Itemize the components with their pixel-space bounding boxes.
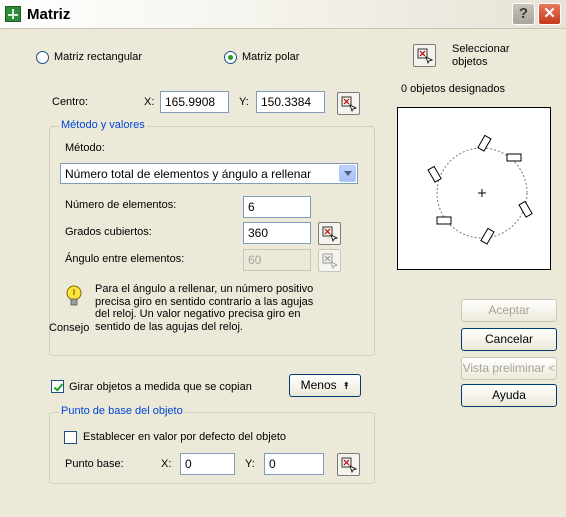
preview-button: Vista preliminar < bbox=[461, 357, 557, 380]
method-label: Método: bbox=[65, 142, 105, 154]
help-button[interactable]: Ayuda bbox=[461, 384, 557, 407]
cancel-button[interactable]: Cancelar bbox=[461, 328, 557, 351]
collapse-icon: ⯭ bbox=[343, 381, 350, 392]
rectangular-array-radio[interactable] bbox=[36, 51, 49, 64]
pick-point-icon bbox=[341, 96, 357, 112]
center-x-field[interactable]: 165.9908 bbox=[160, 91, 229, 113]
base-point-label: Punto base: bbox=[65, 458, 124, 470]
num-items-field[interactable]: 6 bbox=[243, 196, 311, 218]
array-app-icon bbox=[5, 6, 21, 22]
tip-text: Para el ángulo a rellenar, un número pos… bbox=[95, 283, 314, 333]
rotate-objects-checkbox[interactable] bbox=[51, 380, 64, 393]
ok-button: Aceptar bbox=[461, 299, 557, 322]
pick-center-button[interactable] bbox=[337, 92, 360, 115]
base-point-y-label: Y: bbox=[245, 458, 255, 470]
pick-angle-fill-button[interactable] bbox=[318, 222, 341, 245]
center-label: Centro: bbox=[52, 96, 89, 108]
pick-point-icon bbox=[322, 253, 338, 269]
polar-array-label[interactable]: Matriz polar bbox=[242, 51, 299, 63]
pick-base-point-button[interactable] bbox=[337, 453, 360, 476]
base-point-y-field[interactable]: 0 bbox=[264, 453, 324, 475]
angle-between-field: 60 bbox=[243, 249, 311, 271]
default-base-point-checkbox[interactable] bbox=[64, 431, 77, 444]
base-point-title: Punto de base del objeto bbox=[59, 405, 185, 417]
base-point-x-field[interactable]: 0 bbox=[180, 453, 235, 475]
select-objects-button[interactable] bbox=[413, 44, 436, 67]
pick-point-icon bbox=[341, 457, 357, 473]
title-help-button[interactable]: ? bbox=[512, 3, 535, 25]
tip-label: Consejo bbox=[49, 322, 90, 334]
angle-fill-label: Grados cubiertos: bbox=[65, 226, 152, 238]
method-values-title: Método y valores bbox=[59, 119, 147, 131]
angle-between-label: Ángulo entre elementos: bbox=[65, 253, 185, 265]
center-y-label: Y: bbox=[239, 96, 249, 108]
chevron-down-icon[interactable] bbox=[339, 165, 356, 182]
pick-angle-between-button bbox=[318, 249, 341, 272]
less-button[interactable]: Menos ⯭ bbox=[289, 374, 361, 397]
select-objects-label[interactable]: Seleccionar objetos bbox=[452, 43, 509, 69]
rotate-objects-label[interactable]: Girar objetos a medida que se copian bbox=[69, 381, 252, 393]
method-dropdown[interactable]: Número total de elementos y ángulo a rel… bbox=[60, 163, 358, 184]
title-bar: Matriz ? ✕ bbox=[0, 0, 566, 29]
select-objects-icon bbox=[417, 48, 433, 64]
method-dropdown-value: Número total de elementos y ángulo a rel… bbox=[65, 167, 312, 181]
angle-fill-field[interactable]: 360 bbox=[243, 222, 311, 244]
base-point-x-label: X: bbox=[161, 458, 172, 470]
default-base-point-label[interactable]: Establecer en valor por defecto del obje… bbox=[83, 431, 286, 443]
rectangular-array-label[interactable]: Matriz rectangular bbox=[54, 51, 142, 63]
title-close-button[interactable]: ✕ bbox=[538, 3, 561, 25]
preview-drawing bbox=[427, 134, 533, 245]
lightbulb-icon bbox=[66, 285, 82, 306]
objects-selected-count: 0 objetos designados bbox=[401, 83, 505, 95]
center-x-label: X: bbox=[144, 96, 155, 108]
center-y-field[interactable]: 150.3384 bbox=[256, 91, 325, 113]
array-dialog: Matriz ? ✕ Matriz rectangular Matriz pol… bbox=[0, 0, 566, 517]
polar-array-radio[interactable] bbox=[224, 51, 237, 64]
num-items-label: Número de elementos: bbox=[65, 199, 177, 211]
pick-point-icon bbox=[322, 226, 338, 242]
array-preview bbox=[397, 107, 551, 270]
window-title: Matriz bbox=[27, 6, 71, 23]
